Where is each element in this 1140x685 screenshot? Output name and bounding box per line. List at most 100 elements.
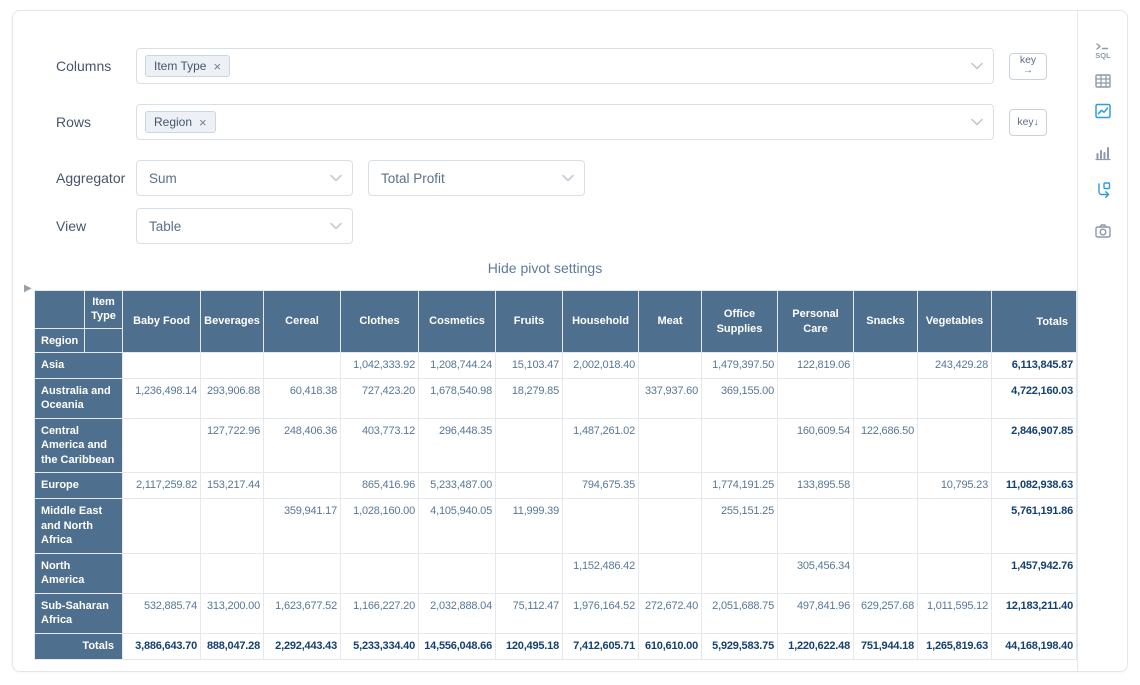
- pivot-cell: 1,011,595.12: [918, 593, 992, 633]
- axis-spacer: [85, 329, 123, 353]
- columns-sort-key-button[interactable]: key →: [1009, 53, 1047, 80]
- bar-chart-icon[interactable]: [1088, 138, 1118, 166]
- rows-control-row: Rows Region × key ↓: [56, 104, 1047, 140]
- pivot-cell: 153,217.44: [201, 473, 264, 499]
- pivot-cell: [123, 499, 201, 554]
- pivot-cell: 122,819.06: [778, 353, 854, 379]
- pivot-cell: [201, 353, 264, 379]
- pivot-settings-panel: Columns Item Type × key →: [13, 11, 1077, 244]
- pivot-cell: [123, 353, 201, 379]
- rows-field-tag-label: Region: [154, 115, 192, 129]
- col-axis-label[interactable]: Item Type: [85, 291, 123, 329]
- rows-sort-key-label: key: [1017, 116, 1033, 128]
- collapse-panel-icon[interactable]: ▶: [24, 283, 32, 294]
- chevron-down-icon: [562, 175, 574, 182]
- pivot-icon[interactable]: [1088, 176, 1118, 204]
- pivot-cell: 2,117,259.82: [123, 473, 201, 499]
- pivot-cell: 2,002,018.40: [563, 353, 639, 379]
- svg-text:SQL: SQL: [1095, 51, 1111, 60]
- pivot-cell: 305,456.34: [778, 553, 854, 593]
- col-label: Fruits: [496, 291, 563, 353]
- pivot-cell: [918, 418, 992, 473]
- pivot-cell: [778, 499, 854, 554]
- pivot-cell: 1,774,191.25: [702, 473, 778, 499]
- row-total-cell: 11,082,938.63: [992, 473, 1077, 499]
- pivot-cell: [639, 353, 702, 379]
- row-label: Central America and the Caribbean: [35, 418, 123, 473]
- pivot-body: Asia1,042,333.921,208,744.2415,103.472,0…: [35, 353, 1077, 660]
- pivot-cell: [778, 378, 854, 418]
- col-total-cell: 1,220,622.48: [778, 633, 854, 659]
- col-label: Household: [563, 291, 639, 353]
- pivot-cell: [854, 353, 918, 379]
- pivot-cell: 369,155.00: [702, 378, 778, 418]
- pivot-cell: 1,208,744.24: [419, 353, 496, 379]
- aggregator-select[interactable]: Sum: [136, 160, 353, 196]
- col-label: Office Supplies: [702, 291, 778, 353]
- col-total-cell: 5,233,334.40: [341, 633, 419, 659]
- pivot-cell: 1,678,540.98: [419, 378, 496, 418]
- col-label: Vegetables: [918, 291, 992, 353]
- aggregator-attribute-value: Total Profit: [381, 171, 445, 186]
- pivot-table-container: Item TypeBaby FoodBeveragesCerealClothes…: [34, 290, 1077, 660]
- sql-icon[interactable]: SQL: [1088, 37, 1118, 65]
- totals-row-label: Totals: [35, 633, 123, 659]
- rows-sort-key-button[interactable]: key ↓: [1009, 109, 1047, 136]
- pivot-cell: [918, 499, 992, 554]
- columns-field-tag[interactable]: Item Type ×: [145, 55, 230, 77]
- camera-export-icon[interactable]: [1088, 217, 1118, 245]
- aggregator-label: Aggregator: [56, 170, 136, 186]
- pivot-cell: 532,885.74: [123, 593, 201, 633]
- row-label: Asia: [35, 353, 123, 379]
- pivot-cell: 1,236,498.14: [123, 378, 201, 418]
- pivot-cell: 18,279.85: [496, 378, 563, 418]
- pivot-cell: [918, 378, 992, 418]
- pivot-cell: 15,103.47: [496, 353, 563, 379]
- view-select[interactable]: Table: [136, 208, 353, 244]
- pivot-cell: 60,418.38: [264, 378, 341, 418]
- pivot-cell: 1,166,227.20: [341, 593, 419, 633]
- col-total-cell: 3,886,643.70: [123, 633, 201, 659]
- pivot-row: Central America and the Caribbean127,722…: [35, 418, 1077, 473]
- pivot-cell: [702, 418, 778, 473]
- pivot-cell: [264, 553, 341, 593]
- col-label: Personal Care: [778, 291, 854, 353]
- rows-label: Rows: [56, 114, 136, 130]
- row-label: Middle East and North Africa: [35, 499, 123, 554]
- remove-tag-icon[interactable]: ×: [199, 116, 207, 129]
- pivot-cell: 11,999.39: [496, 499, 563, 554]
- row-axis-label[interactable]: Region: [35, 329, 85, 353]
- chart-preview-icon[interactable]: [1088, 97, 1118, 125]
- pivot-cell: [341, 553, 419, 593]
- columns-field-select[interactable]: Item Type ×: [136, 48, 994, 84]
- pivot-cell: 243,429.28: [918, 353, 992, 379]
- table-icon[interactable]: [1088, 67, 1118, 95]
- pivot-head: Item TypeBaby FoodBeveragesCerealClothes…: [35, 291, 1077, 353]
- aggregator-attribute-select[interactable]: Total Profit: [368, 160, 585, 196]
- pivot-cell: [854, 553, 918, 593]
- aggregator-control-row: Aggregator Sum Total Profit: [56, 160, 1047, 196]
- pivot-corner-spacer: [35, 291, 85, 329]
- remove-tag-icon[interactable]: ×: [213, 60, 221, 73]
- pivot-cell: 5,233,487.00: [419, 473, 496, 499]
- pivot-cell: 272,672.40: [639, 593, 702, 633]
- col-label: Clothes: [341, 291, 419, 353]
- pivot-row: Asia1,042,333.921,208,744.2415,103.472,0…: [35, 353, 1077, 379]
- row-total-cell: 6,113,845.87: [992, 353, 1077, 379]
- rows-field-tag[interactable]: Region ×: [145, 111, 216, 133]
- chevron-down-icon: [330, 175, 342, 182]
- pivot-cell: [496, 418, 563, 473]
- rows-field-select[interactable]: Region ×: [136, 104, 994, 140]
- chevron-down-icon: [330, 223, 342, 230]
- pivot-cell: 255,151.25: [702, 499, 778, 554]
- pivot-cell: [639, 418, 702, 473]
- pivot-cell: [854, 473, 918, 499]
- pivot-cell: [201, 499, 264, 554]
- pivot-cell: [639, 499, 702, 554]
- pivot-cell: [854, 378, 918, 418]
- pivot-cell: 1,976,164.52: [563, 593, 639, 633]
- hide-pivot-settings-link[interactable]: Hide pivot settings: [13, 260, 1077, 276]
- aggregator-selected-value: Sum: [149, 171, 177, 186]
- arrow-right-icon: →: [1023, 66, 1033, 77]
- pivot-cell: [201, 553, 264, 593]
